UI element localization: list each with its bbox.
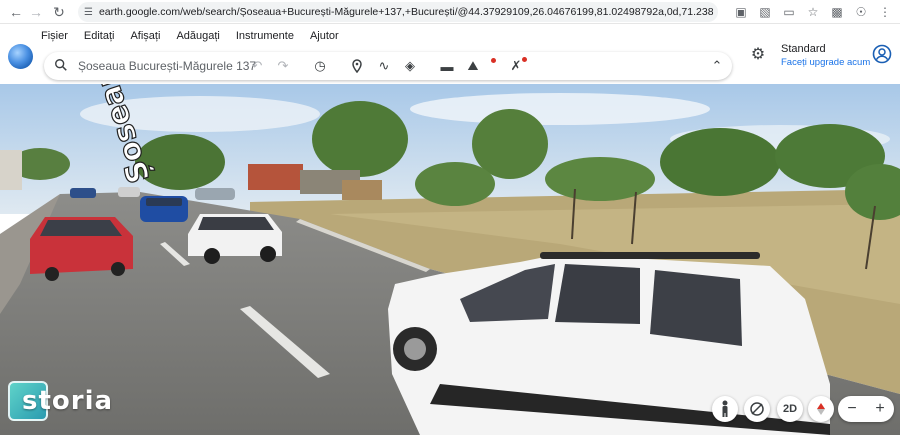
- extension-icons: ▣ ▧ ▭ ☆ ▩ ☉ ⋮: [732, 2, 894, 22]
- brand-text: storia: [22, 386, 114, 416]
- compass-icon: [750, 402, 764, 416]
- undo-icon[interactable]: ↶: [247, 56, 267, 76]
- menu-help[interactable]: Ajutor: [310, 30, 339, 42]
- measure-ruler-icon[interactable]: ▬: [437, 56, 457, 76]
- menu-file[interactable]: Fișier: [41, 30, 68, 42]
- google-earth-logo[interactable]: [8, 44, 33, 69]
- menu-view[interactable]: Afișați: [130, 30, 160, 42]
- profile-icon[interactable]: ☉: [852, 2, 870, 22]
- menu-tools[interactable]: Instrumente: [236, 30, 294, 42]
- street-scene: Șoseaua București-: [0, 84, 900, 435]
- menu-add[interactable]: Adăugați: [176, 30, 219, 42]
- pegman-icon[interactable]: [712, 396, 738, 422]
- account-avatar-icon[interactable]: [872, 44, 892, 64]
- street-view-imagery[interactable]: Șoseaua București-: [0, 84, 900, 435]
- map-tools-notification-dot: [522, 57, 527, 62]
- placemark-icon[interactable]: [347, 56, 367, 76]
- collapse-chevron-icon[interactable]: ⌃: [707, 56, 727, 76]
- map-style-notification-dot: [491, 58, 496, 63]
- map-style-icon[interactable]: ⛰: [463, 56, 483, 76]
- history-icon[interactable]: ◷: [310, 56, 330, 76]
- cast-icon[interactable]: ▭: [780, 2, 798, 22]
- forward-icon[interactable]: →: [24, 0, 48, 24]
- toolbar-panel: ↶ ↷ ◷ ∿ ◈ ▬ ⛰ ✗ ⌃: [44, 52, 732, 80]
- account-plan: Standard: [781, 43, 826, 55]
- red-car: [30, 217, 133, 281]
- menu-edit[interactable]: Editați: [84, 30, 115, 42]
- brand-watermark: storia: [8, 381, 113, 421]
- reload-icon[interactable]: ↻: [47, 0, 71, 24]
- translate-icon[interactable]: ▧: [756, 2, 774, 22]
- url-text[interactable]: earth.google.com/web/search/Șoseaua+Bucu…: [93, 6, 713, 18]
- view-mode-2d-button[interactable]: 2D: [777, 396, 803, 422]
- browser-toolbar: ← → ↻ ☰ earth.google.com/web/search/Șose…: [0, 0, 900, 24]
- layers-icon[interactable]: ◈: [400, 56, 420, 76]
- menu-bar: Fișier Editați Afișați Adăugați Instrume…: [41, 30, 355, 42]
- path-icon[interactable]: ∿: [374, 56, 394, 76]
- account-info[interactable]: Standard Faceți upgrade acum: [781, 43, 870, 68]
- compass-reset-button[interactable]: [744, 396, 770, 422]
- compass-needle-icon: [817, 403, 825, 415]
- site-info-icon[interactable]: ☰: [84, 7, 93, 18]
- view-mode-label: 2D: [782, 403, 798, 415]
- zoom-out-button[interactable]: −: [838, 396, 866, 422]
- redo-icon[interactable]: ↷: [273, 56, 293, 76]
- upgrade-link[interactable]: Faceți upgrade acum: [781, 57, 870, 68]
- lens-icon[interactable]: ▣: [732, 2, 750, 22]
- settings-gear-icon[interactable]: ⚙: [748, 44, 768, 64]
- more-menu-icon[interactable]: ⋮: [876, 2, 894, 22]
- zoom-in-button[interactable]: +: [866, 396, 894, 422]
- compass-needle-button[interactable]: [808, 396, 834, 422]
- search-icon[interactable]: [54, 58, 68, 72]
- earth-header: Fișier Editați Afișați Adăugați Instrume…: [0, 24, 900, 84]
- zoom-controls: − +: [838, 396, 894, 422]
- extensions-icon[interactable]: ▩: [828, 2, 846, 22]
- address-bar[interactable]: ☰ earth.google.com/web/search/Șoseaua+Bu…: [78, 2, 718, 22]
- bookmark-star-icon[interactable]: ☆: [804, 2, 822, 22]
